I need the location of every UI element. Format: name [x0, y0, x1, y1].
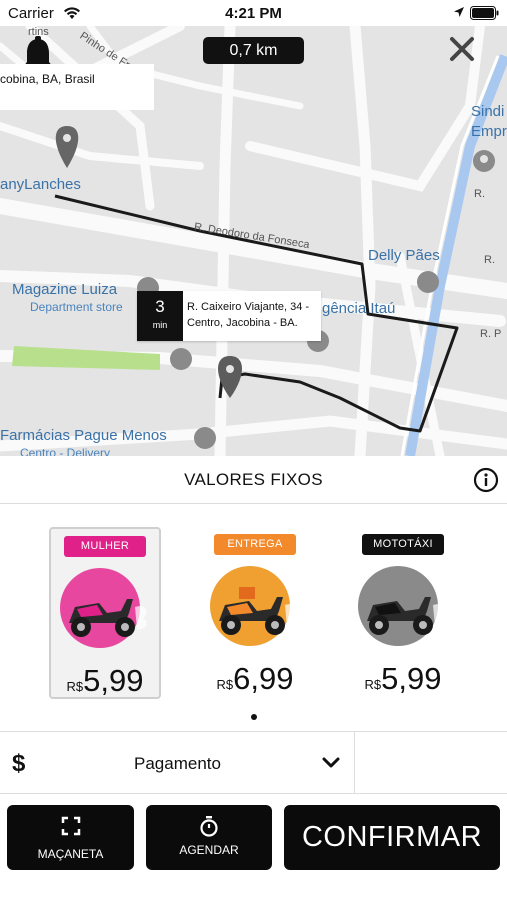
eta-minutes: 3	[155, 297, 165, 316]
eta-address: R. Caixeiro Viajante, 34 - Centro, Jacob…	[187, 299, 317, 331]
payment-extra-field[interactable]	[356, 732, 507, 794]
map-place-delly: Delly Pães	[368, 247, 440, 264]
street-r1: R.	[484, 254, 495, 266]
eta-address-line2: Centro, Jacobina - BA.	[187, 317, 298, 329]
payment-row: $ Pagamento	[0, 731, 507, 794]
price-value: 5,99	[83, 663, 144, 698]
currency-label: R$	[216, 677, 234, 692]
ride-option-tag: ENTREGA	[214, 534, 296, 555]
close-icon[interactable]	[446, 33, 478, 65]
street-r2: R.	[474, 188, 485, 200]
battery-icon	[470, 6, 499, 20]
price-value: 5,99	[381, 661, 442, 696]
eta-unit: min	[152, 320, 168, 330]
clock: 4:21 PM	[225, 5, 282, 22]
map-place-farmacias: Farmácias Pague Menos	[0, 427, 167, 444]
fixed-values-header: VALORES FIXOS	[0, 456, 507, 504]
macaneta-button[interactable]: MAÇANETA	[7, 805, 134, 870]
eta-address-line1: R. Caixeiro Viajante, 34 -	[187, 301, 310, 313]
map-place-sindi: Sindi	[471, 103, 505, 120]
expand-icon	[61, 816, 80, 836]
ride-option-card[interactable]: MOTOTÁXI R$5,99	[347, 527, 459, 699]
ride-option-price: R$5,99	[347, 661, 459, 697]
agendar-button[interactable]: AGENDAR	[146, 805, 272, 870]
street-rp: R. P	[480, 328, 502, 340]
map-place-lanches: anyLanches	[0, 176, 81, 193]
ride-option-card[interactable]: ENTREGA R$6,99	[199, 527, 311, 699]
motorcycle-icon	[358, 566, 445, 646]
page-indicator	[251, 714, 257, 720]
map-place-agencia: gência Itaú	[322, 300, 396, 317]
map-place-empr: Empr	[471, 123, 507, 140]
fixed-values-title: VALORES FIXOS	[184, 470, 323, 489]
ride-option-price: R$5,99	[51, 663, 159, 699]
currency-label: R$	[364, 677, 382, 692]
ride-option-card[interactable]: MULHER R$5,99	[49, 527, 161, 699]
price-value: 6,99	[233, 661, 294, 696]
payment-select[interactable]: $ Pagamento	[0, 732, 355, 794]
map-place-farmacias-sub: Centro - Delivery	[20, 446, 111, 456]
currency-label: R$	[66, 679, 84, 694]
ride-option-tag: MULHER	[64, 536, 146, 557]
agendar-label: AGENDAR	[179, 843, 239, 857]
eta-callout: 3 min R. Caixeiro Viajante, 34 - Centro,…	[137, 291, 321, 341]
info-icon[interactable]	[473, 467, 499, 493]
ride-option-tag: MOTOTÁXI	[362, 534, 444, 555]
motorcycle-icon	[60, 568, 147, 648]
motorcycle-icon	[210, 566, 297, 646]
eta-box: 3 min	[137, 291, 183, 341]
chevron-down-icon	[322, 757, 340, 768]
distance-badge: 0,7 km	[203, 37, 304, 64]
address-banner: cobina, BA, Brasil	[0, 64, 154, 110]
stopwatch-icon	[200, 816, 218, 837]
macaneta-label: MAÇANETA	[37, 847, 104, 861]
map-place-magazine-sub: Department store	[30, 300, 123, 314]
status-bar: Carrier 4:21 PM	[0, 0, 507, 26]
location-arrow-icon	[454, 7, 464, 17]
ride-option-price: R$6,99	[199, 661, 311, 697]
map-place-magazine: Magazine Luiza	[12, 281, 118, 298]
payment-label: Pagamento	[134, 754, 221, 773]
confirm-button[interactable]: CONFIRMAR	[284, 805, 500, 870]
